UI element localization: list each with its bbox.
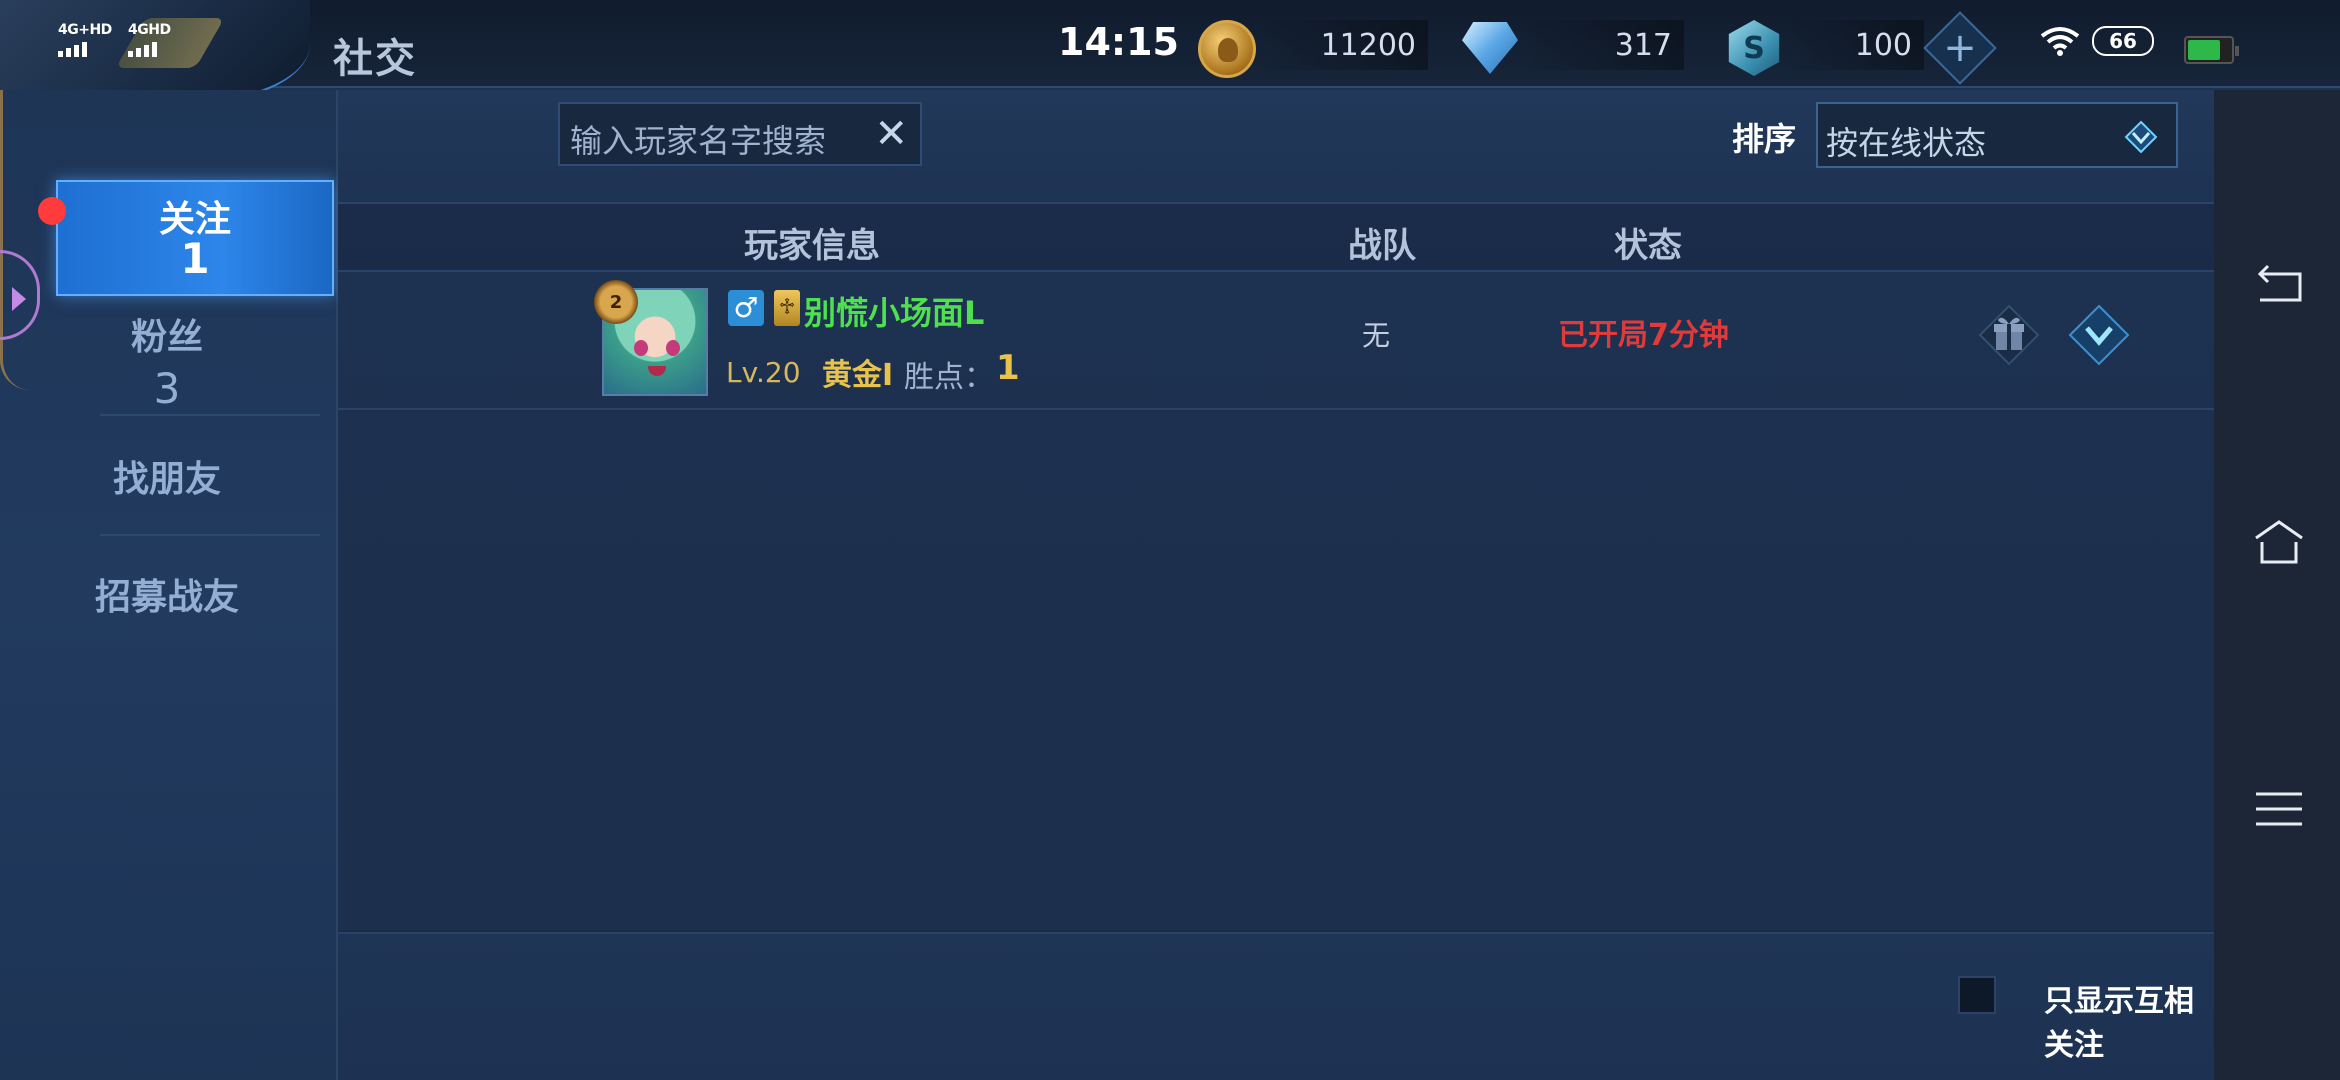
signal-bars-icon (58, 42, 112, 57)
sidebar-item-follow[interactable]: 关注 1 (56, 180, 334, 296)
divider (100, 414, 320, 416)
diamond-amount: 317 (1614, 27, 1672, 63)
token-amount: 100 (1854, 27, 1912, 63)
player-rank: 黄金I (822, 358, 894, 393)
sidebar: 关注 1 粉丝 3 找朋友 招募战友 (0, 90, 338, 1080)
home-icon[interactable] (2252, 516, 2306, 570)
gift-icon (1978, 304, 2040, 366)
title-badge-icon: ♱ (774, 290, 800, 326)
signal-label-2: 4GHD (128, 22, 171, 38)
gold-coin-icon (1198, 20, 1256, 78)
sidebar-item-recruit[interactable]: 招募战友 (0, 568, 334, 620)
signal-indicator-2: 4GHD (128, 22, 171, 57)
avatar-eye (634, 340, 648, 356)
table-header: 玩家信息 战队 状态 (338, 202, 2214, 272)
player-name[interactable]: 别慌小场面L (804, 288, 984, 334)
search-input[interactable]: 输入玩家名字搜索 ✕ (558, 102, 922, 166)
add-currency-button[interactable]: + (1923, 11, 1997, 85)
column-header-team: 战队 (1348, 226, 1416, 266)
system-navigation-bar (2214, 90, 2340, 1080)
player-level: Lv.20 (726, 356, 801, 389)
table-row[interactable]: 2 ♂ ♱ 别慌小场面L Lv.20 黄金I 胜点： 1 无 已开局7分钟 (338, 274, 2214, 410)
notification-dot (38, 197, 66, 225)
plus-icon: + (1943, 25, 1977, 71)
column-header-player-info: 玩家信息 (744, 226, 880, 266)
rank-badge-icon: 2 (594, 280, 638, 324)
gift-button[interactable] (1978, 304, 2040, 366)
signal-bars-icon (128, 42, 171, 57)
sidebar-item-find-friends[interactable]: 找朋友 (0, 450, 334, 502)
sidebar-item-label: 粉丝 (130, 317, 203, 358)
diamond-icon (1462, 22, 1518, 74)
wins-value: 1 (996, 348, 1020, 388)
app-logo-corner: 4G+HD 4GHD (0, 0, 310, 104)
search-placeholder: 输入玩家名字搜索 (570, 122, 827, 160)
divider (100, 534, 320, 536)
main-content: 输入玩家名字搜索 ✕ 排序 按在线状态 玩家信息 战队 状态 2 ♂ ♱ 别慌小… (338, 90, 2214, 930)
avatar-mouth (648, 366, 666, 376)
footer-bar: 只显示互相关注 (338, 932, 2214, 1080)
page-title: 社交 (333, 36, 417, 82)
male-gender-icon: ♂ (728, 290, 764, 326)
wins-label: 胜点： (904, 360, 994, 395)
team-value: 无 (1362, 319, 1391, 352)
token-currency: 100 (1784, 20, 1924, 70)
gold-amount: 11200 (1320, 27, 1416, 63)
status-value: 已开局7分钟 (1558, 318, 1729, 353)
sort-label: 排序 (1732, 120, 1797, 158)
sidebar-item-fans[interactable]: 粉丝 3 (0, 308, 334, 418)
chevron-down-icon (2124, 120, 2158, 154)
wifi-icon (2040, 27, 2080, 56)
sidebar-item-count: 1 (180, 234, 210, 283)
menu-icon[interactable] (2252, 782, 2306, 836)
diamond-currency: 317 (1520, 20, 1684, 70)
sidebar-item-count: 3 (153, 364, 181, 413)
signal-indicator-1: 4G+HD (58, 22, 112, 57)
chevron-down-icon (2068, 304, 2130, 366)
mutual-follow-label[interactable]: 只显示互相关注 (2044, 976, 2214, 1064)
gold-currency: 11200 (1258, 20, 1428, 70)
signal-label-1: 4G+HD (58, 22, 112, 38)
token-icon: S (1728, 20, 1780, 76)
back-icon[interactable] (2252, 260, 2306, 314)
sort-dropdown[interactable]: 按在线状态 (1816, 102, 2178, 168)
battery-percent-badge: 66 (2092, 26, 2154, 56)
column-header-status: 状态 (1614, 226, 1682, 266)
avatar-eye (666, 340, 680, 356)
mutual-follow-checkbox[interactable] (1958, 976, 1996, 1014)
expand-row-button[interactable] (2068, 304, 2130, 366)
clock: 14:15 (1058, 20, 1179, 64)
sort-selected-value: 按在线状态 (1826, 124, 1987, 162)
top-bar: 4G+HD 4GHD 社交 14:15 11200 317 S 100 + 66 (0, 0, 2340, 104)
close-icon[interactable]: ✕ (874, 114, 908, 154)
battery-icon (2184, 36, 2239, 64)
